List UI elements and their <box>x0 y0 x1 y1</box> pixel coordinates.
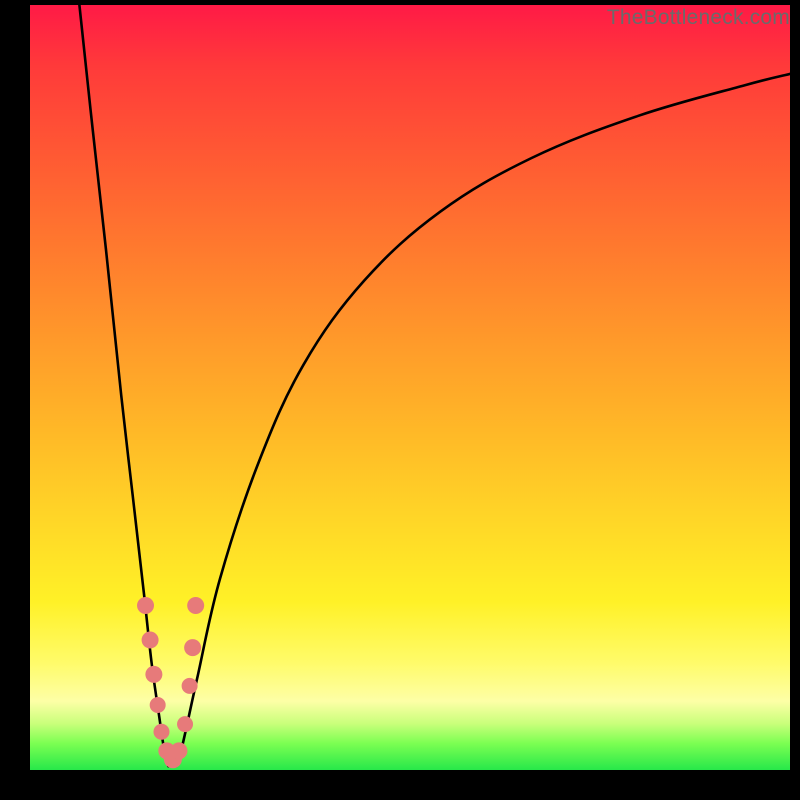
plot-area <box>30 5 790 770</box>
marker-dot <box>137 597 154 614</box>
curves-layer <box>30 5 790 770</box>
marker-dot <box>177 716 193 732</box>
marker-dot <box>153 724 169 740</box>
chart-frame: TheBottleneck.com <box>0 0 800 800</box>
watermark-text: TheBottleneck.com <box>607 6 790 30</box>
curve-left-branch <box>79 5 168 766</box>
marker-dot <box>150 697 166 713</box>
marker-dot <box>170 742 187 759</box>
curve-right-branch <box>176 74 790 766</box>
marker-dot <box>182 678 198 694</box>
marker-dot <box>142 631 159 648</box>
marker-dot <box>145 666 162 683</box>
marker-dot <box>184 639 201 656</box>
marker-dot <box>187 597 204 614</box>
